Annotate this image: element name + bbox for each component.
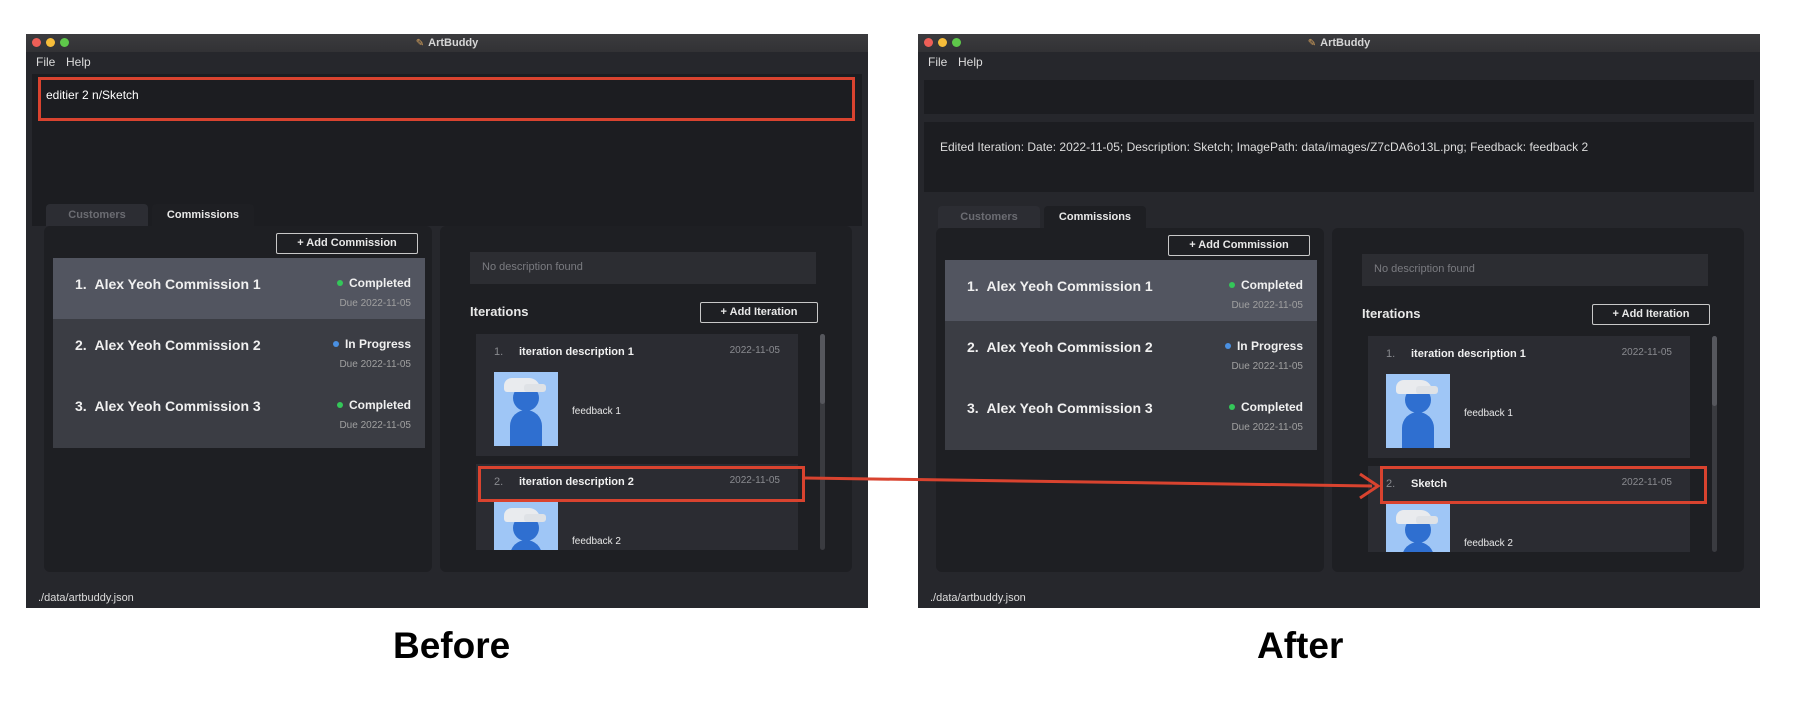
- arrow-line: [804, 476, 1373, 488]
- change-arrow: [804, 472, 1381, 500]
- caption-after: After: [1257, 625, 1344, 666]
- caption-before: Before: [393, 625, 511, 666]
